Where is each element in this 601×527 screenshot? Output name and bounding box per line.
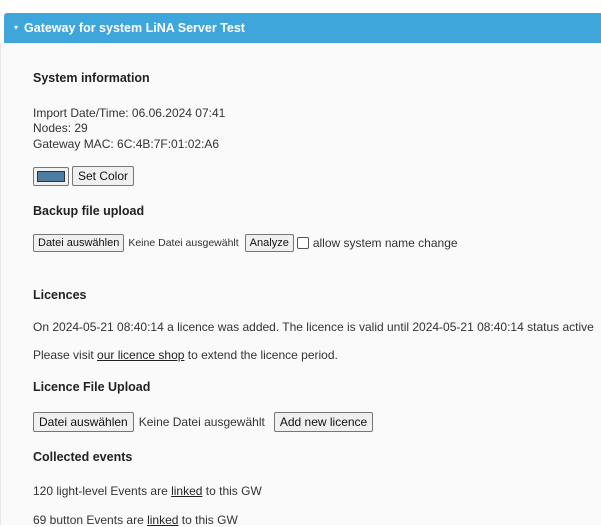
licence-choose-file-button[interactable]: Datei auswählen [33, 412, 134, 432]
licence-upload-row: Datei auswählen Keine Datei ausgewählt A… [33, 412, 374, 432]
system-info-heading: System information [33, 71, 150, 85]
licence-shop-suffix: to extend the licence period. [184, 348, 338, 362]
color-picker[interactable] [33, 166, 69, 186]
light-events-text: 120 light-level Events are linked to thi… [33, 484, 262, 498]
licence-status-text: On 2024-05-21 08:40:14 a licence was add… [33, 320, 594, 334]
licence-shop-link[interactable]: our licence shop [97, 348, 184, 362]
collected-events-heading: Collected events [33, 450, 133, 464]
light-events-suffix: to this GW [202, 484, 262, 498]
gateway-mac: Gateway MAC: 6C:4B:7F:01:02:A6 [33, 137, 220, 151]
allow-rename-option[interactable]: allow system name change [296, 236, 458, 250]
gateway-panel-header[interactable]: ▾ Gateway for system LiNA Server Test [4, 13, 601, 43]
collapse-caret-icon[interactable]: ▾ [14, 23, 18, 32]
licence-upload-heading: Licence File Upload [33, 380, 151, 394]
allow-rename-label: allow system name change [312, 236, 458, 250]
light-events-link[interactable]: linked [171, 484, 202, 498]
light-events-prefix: 120 light-level Events are [33, 484, 172, 498]
backup-upload-heading: Backup file upload [33, 204, 145, 218]
allow-rename-checkbox[interactable] [296, 237, 309, 249]
analyze-button[interactable]: Analyze [244, 234, 294, 252]
panel-title: Gateway for system LiNA Server Test [24, 21, 245, 35]
color-swatch [37, 170, 65, 182]
add-licence-button[interactable]: Add new licence [273, 412, 374, 432]
backup-upload-row: Datei auswählen Keine Datei ausgewählt A… [33, 234, 458, 252]
color-row: Set Color [33, 166, 135, 186]
nodes-count: Nodes: 29 [33, 121, 88, 135]
licences-heading: Licences [33, 288, 87, 302]
licence-shop-prefix: Please visit [33, 348, 98, 362]
backup-no-file-text: Keine Datei ausgewählt [128, 237, 239, 249]
licence-no-file-text: Keine Datei ausgewählt [138, 415, 265, 429]
set-color-button[interactable]: Set Color [72, 166, 135, 186]
backup-choose-file-button[interactable]: Datei auswählen [33, 234, 125, 252]
licence-shop-text: Please visit our licence shop to extend … [33, 348, 338, 362]
gateway-panel-body: System information Import Date/Time: 06.… [0, 43, 601, 527]
import-datetime: Import Date/Time: 06.06.2024 07:41 [33, 106, 226, 120]
